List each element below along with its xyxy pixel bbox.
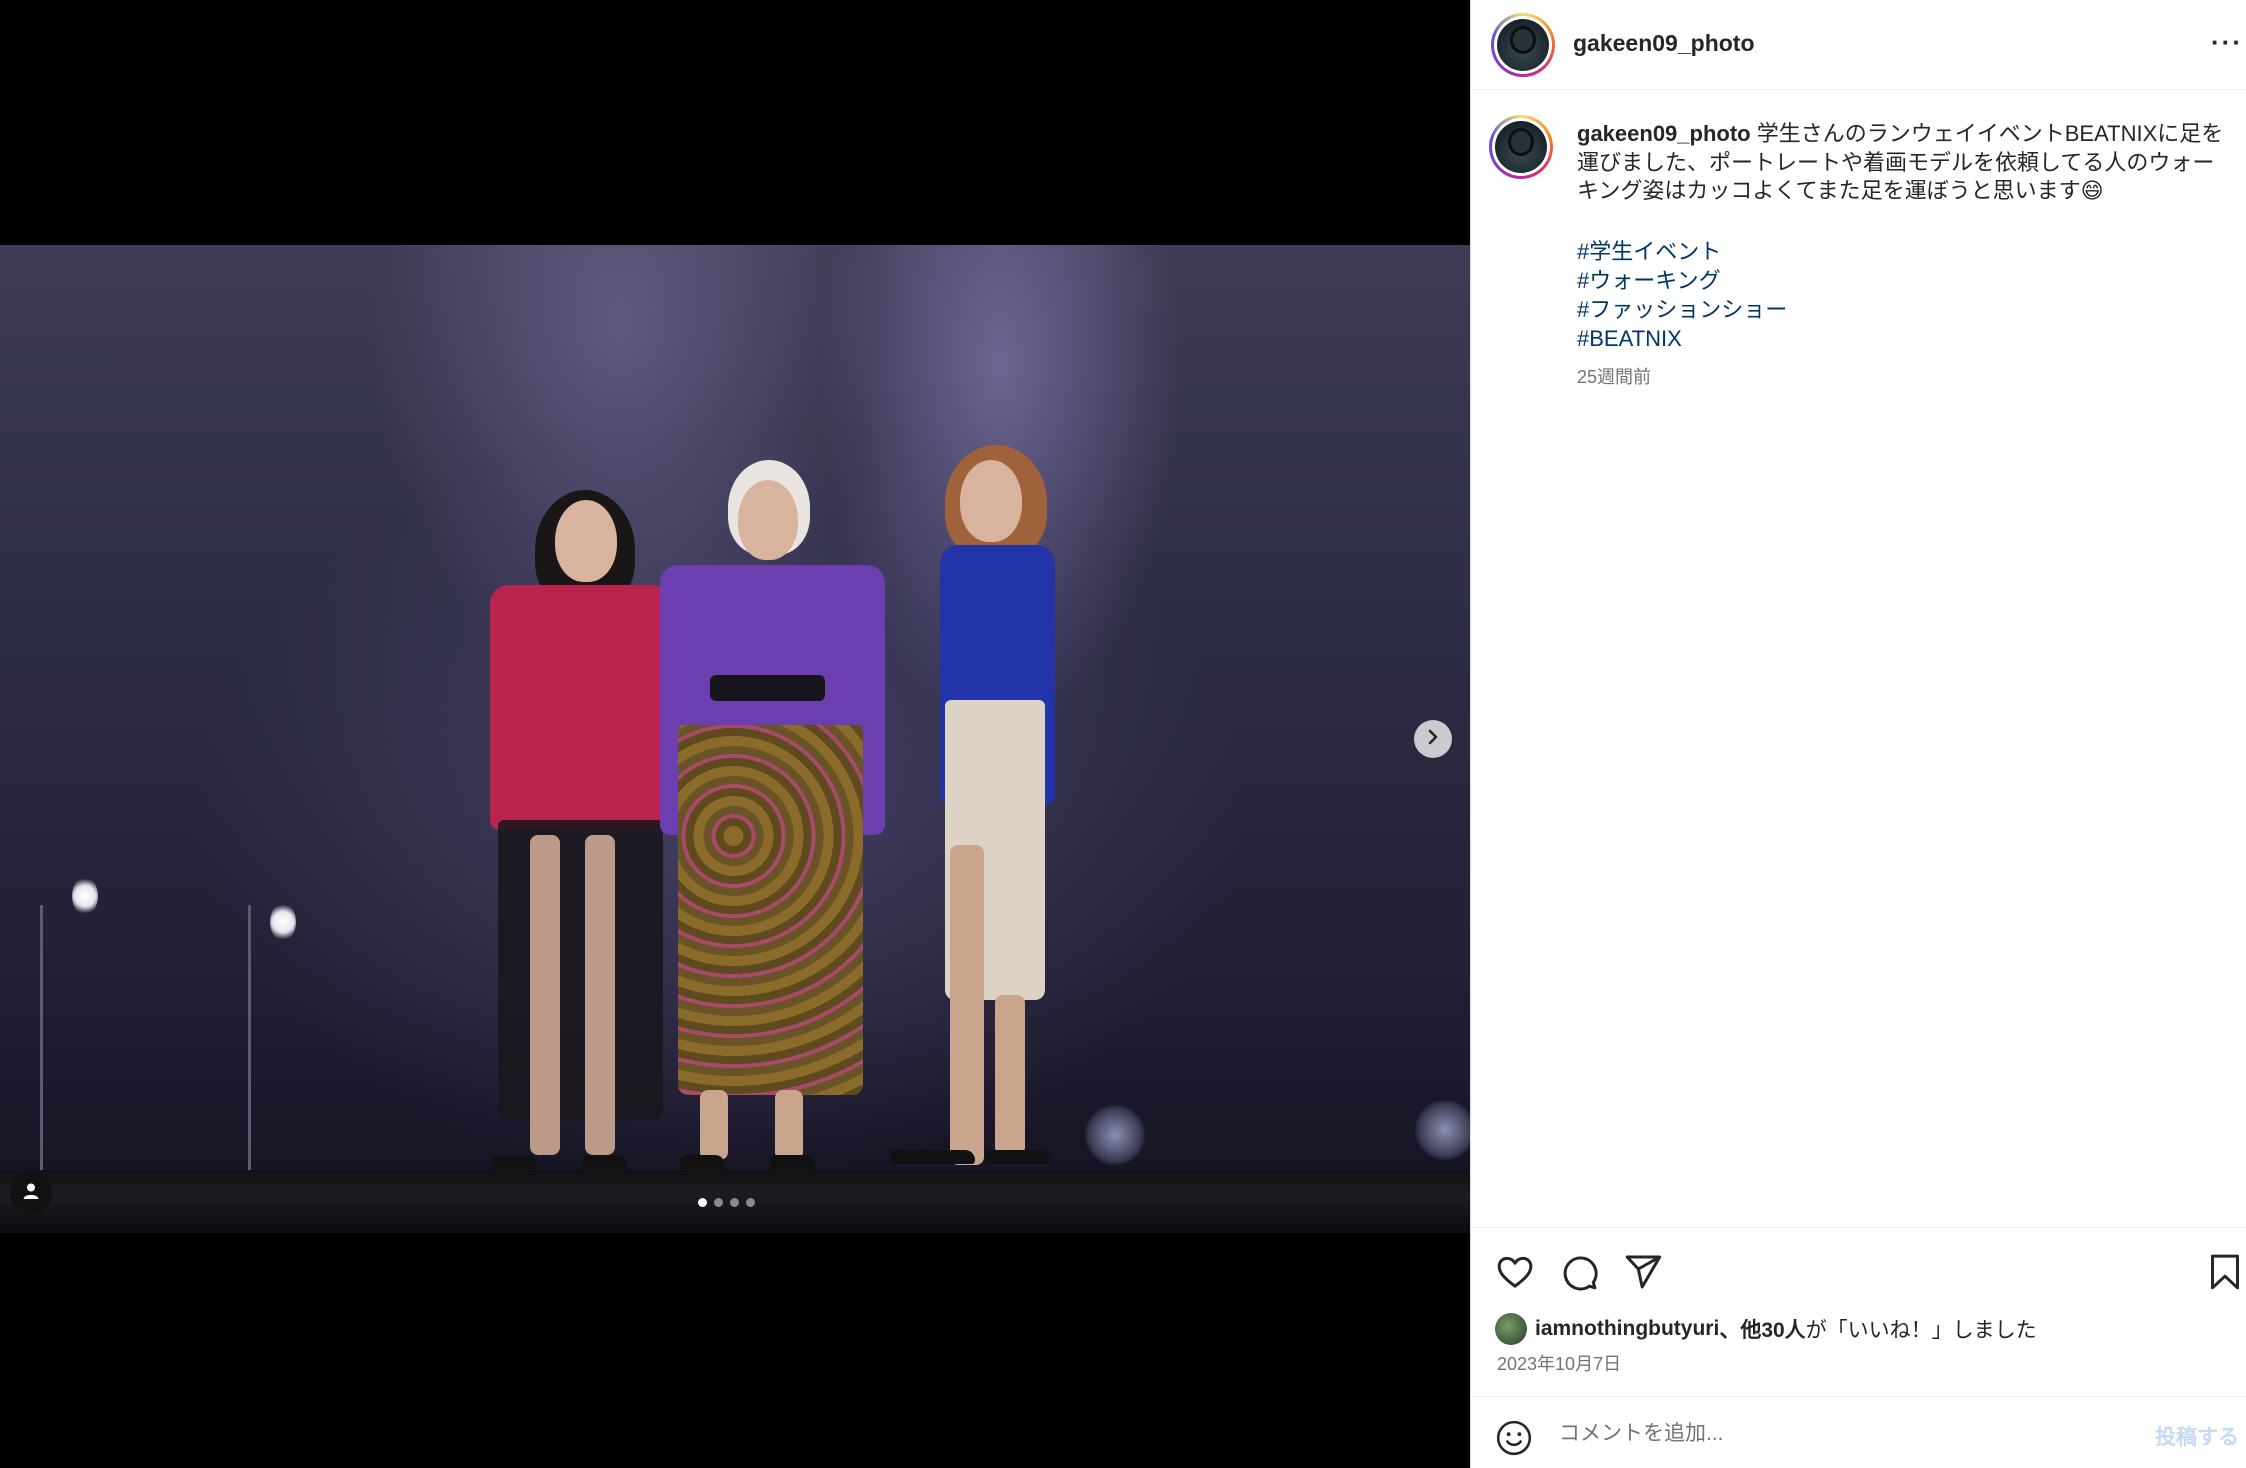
carousel-dot	[698, 1198, 707, 1207]
carousel-indicator	[698, 1198, 755, 1207]
light-stand	[40, 905, 43, 1170]
light-stand	[248, 905, 251, 1170]
stage-light	[270, 903, 296, 941]
chevron-right-icon	[1425, 729, 1441, 750]
carousel-next-button[interactable]	[1414, 720, 1452, 758]
caption-timestamp[interactable]: 25週間前	[1577, 363, 2227, 392]
caption: gakeen09_photo 学生さんのランウェイイベントBEATNIXに足を運…	[1577, 120, 2227, 391]
post-details-panel: gakeen09_photo ··· gakeen09_photo 学生さんのラ…	[1470, 0, 2246, 1468]
action-bar	[1471, 1227, 2246, 1299]
caption-author-avatar[interactable]	[1489, 115, 1553, 179]
hashtag-link[interactable]: #学生イベント	[1577, 237, 2227, 266]
carousel-dot	[714, 1198, 723, 1207]
author-avatar[interactable]	[1491, 13, 1555, 77]
author-username[interactable]: gakeen09_photo	[1573, 30, 1755, 57]
post-date[interactable]: 2023年10月7日	[1497, 1350, 1621, 1376]
media-pane	[0, 0, 1470, 1468]
likes-suffix: が「いいね！」しました	[1805, 1319, 2037, 1342]
floor-spotlight	[1415, 1100, 1470, 1160]
bookmark-icon[interactable]	[2207, 1252, 2243, 1297]
likes-summary: iamnothingbutyuri 、他30人 が「いいね！」しました	[1495, 1313, 2037, 1345]
share-icon[interactable]	[1623, 1252, 1663, 1297]
comment-icon[interactable]	[1559, 1252, 1599, 1297]
hashtag-link[interactable]: #ファッションショー	[1577, 295, 2227, 324]
stage-light	[72, 877, 98, 915]
hashtag-link[interactable]: #ウォーキング	[1577, 266, 2227, 295]
post-header: gakeen09_photo ···	[1471, 0, 2246, 90]
comment-bar: 投稿する	[1471, 1396, 2246, 1468]
carousel-dot	[746, 1198, 755, 1207]
user-tag-icon	[21, 1181, 41, 1206]
floor-spotlight	[1085, 1105, 1145, 1165]
carousel-dot	[730, 1198, 739, 1207]
post-comment-button[interactable]: 投稿する	[2155, 1421, 2239, 1451]
heart-icon[interactable]	[1495, 1252, 1535, 1297]
hashtag-list: #学生イベント #ウォーキング #ファッションショー #BEATNIX	[1577, 237, 2227, 353]
caption-area: gakeen09_photo 学生さんのランウェイイベントBEATNIXに足を運…	[1471, 90, 2246, 1227]
liker-avatar[interactable]	[1495, 1313, 1527, 1345]
more-options-button[interactable]: ···	[2211, 29, 2243, 55]
comment-input[interactable]	[1559, 1417, 2119, 1451]
caption-username[interactable]: gakeen09_photo	[1577, 121, 1751, 146]
likes-others[interactable]: 、他30人	[1719, 1314, 1805, 1344]
liker-username[interactable]: iamnothingbutyuri	[1535, 1317, 1719, 1341]
user-tags-button[interactable]	[10, 1172, 52, 1214]
hashtag-link[interactable]: #BEATNIX	[1577, 324, 2227, 353]
emoji-icon[interactable]	[1495, 1419, 1533, 1462]
post-photo[interactable]	[0, 245, 1470, 1233]
